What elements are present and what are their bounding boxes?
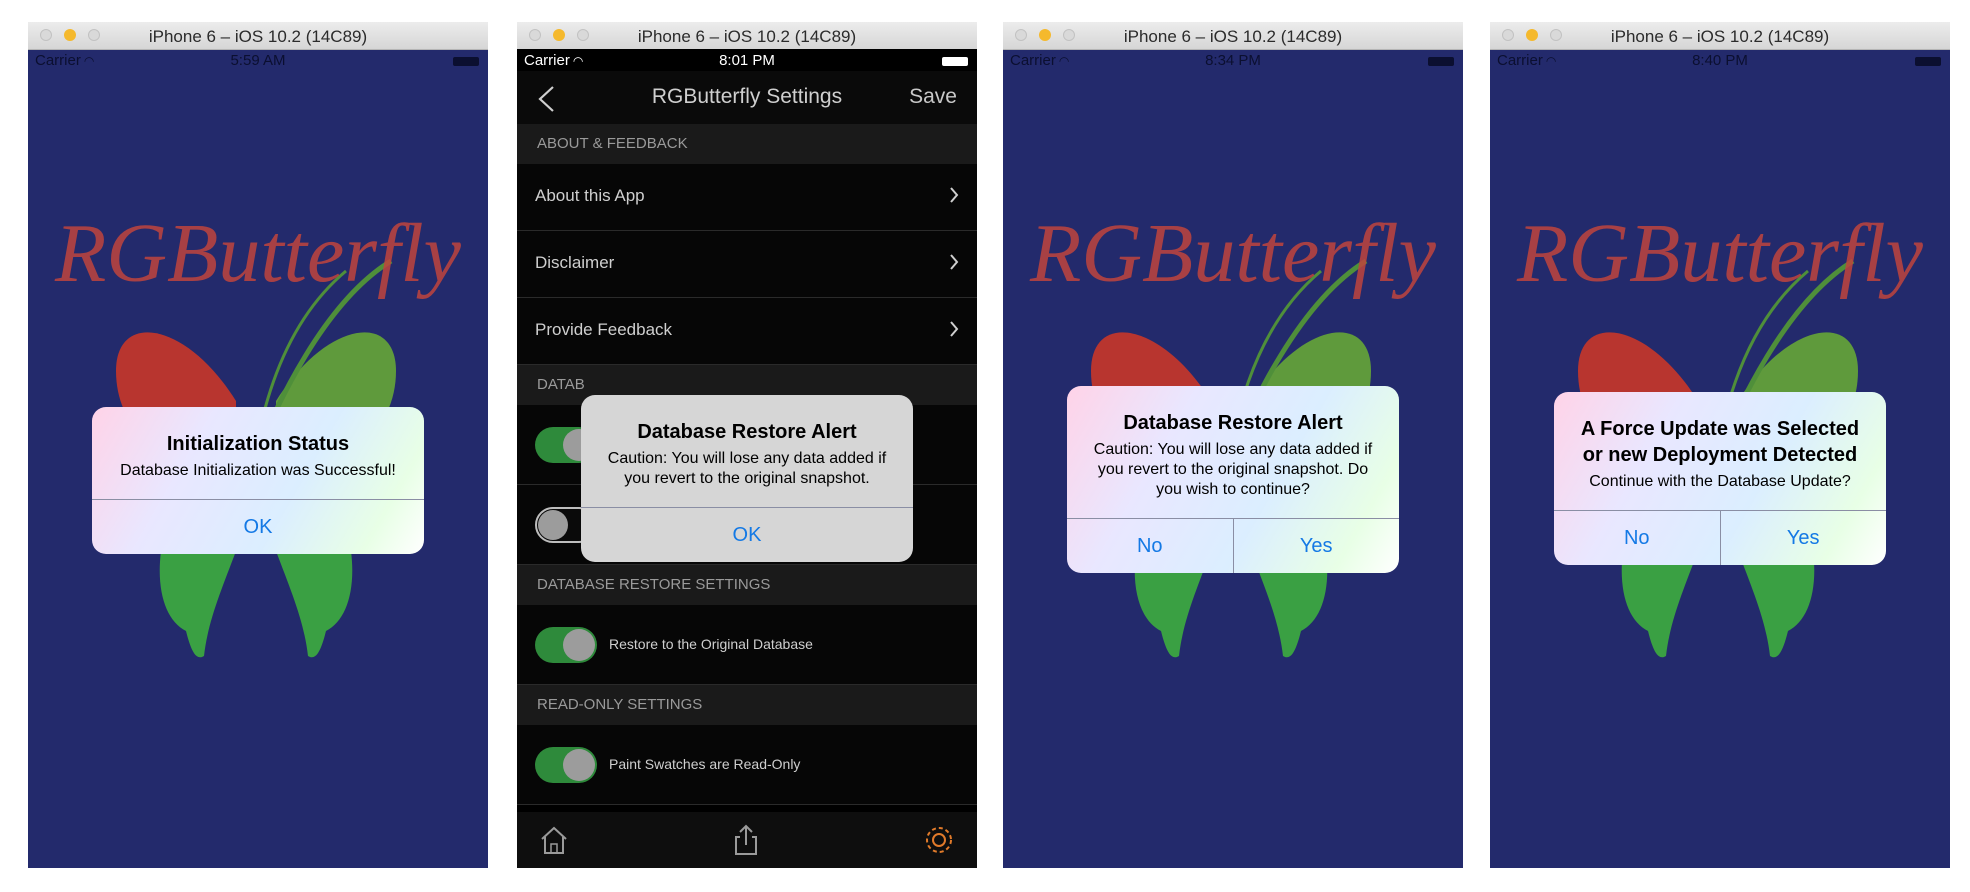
- ok-button[interactable]: OK: [581, 508, 913, 562]
- alert-dialog: A Force Update was Selected or new Deplo…: [1554, 392, 1886, 565]
- chevron-right-icon: [950, 187, 959, 203]
- alert-title: A Force Update was Selected or new Deplo…: [1580, 418, 1860, 466]
- no-button[interactable]: No: [1067, 519, 1233, 573]
- logo-text: RGButterfly: [1516, 207, 1924, 300]
- window-title: iPhone 6 – iOS 10.2 (14C89): [1610, 27, 1830, 46]
- navigation-bar: RGButterfly Settings Save: [517, 71, 977, 125]
- simulator-window-2: iPhone 6 – iOS 10.2 (14C89) Carrier ◠ 8:0…: [517, 22, 977, 868]
- row-label: Provide Feedback: [535, 320, 673, 339]
- simulator-window-1: iPhone 6 – iOS 10.2 (14C89) Carrier ◠ 5:5…: [28, 22, 488, 868]
- window-titlebar: iPhone 6 – iOS 10.2 (14C89): [1490, 22, 1950, 50]
- row-label: About this App: [535, 186, 645, 205]
- status-bar: Carrier ◠ 5:59 AM: [28, 49, 488, 71]
- toggle-label: Restore to the Original Database: [609, 636, 813, 652]
- status-bar: Carrier ◠ 8:01 PM: [517, 49, 977, 71]
- battery-icon: [1428, 57, 1454, 66]
- row-provide-feedback[interactable]: Provide Feedback: [517, 298, 977, 365]
- tab-bar: [517, 812, 977, 868]
- row-label: Disclaimer: [535, 253, 615, 272]
- no-button[interactable]: No: [1554, 511, 1720, 565]
- alert-title: Initialization Status: [166, 433, 350, 455]
- row-about-app[interactable]: About this App: [517, 164, 977, 231]
- gear-icon[interactable]: [922, 823, 956, 857]
- yes-button[interactable]: Yes: [1719, 511, 1887, 565]
- window-titlebar: iPhone 6 – iOS 10.2 (14C89): [28, 22, 488, 50]
- window-title: iPhone 6 – iOS 10.2 (14C89): [637, 27, 857, 46]
- alert-message: Caution: You will lose any data added if…: [607, 450, 887, 487]
- battery-icon: [942, 57, 968, 66]
- row-readonly-toggle: Paint Swatches are Read-Only: [517, 725, 977, 805]
- ok-button[interactable]: OK: [92, 500, 424, 554]
- alert-dialog: Database Restore Alert Caution: You will…: [1067, 386, 1399, 573]
- splash-screen: RGButterfly Initialization Status Databa…: [28, 71, 488, 868]
- chevron-right-icon: [950, 254, 959, 270]
- settings-screen: RGButterfly Settings Save ABOUT & FEEDBA…: [517, 71, 977, 868]
- chevron-right-icon: [950, 321, 959, 337]
- status-time: 8:40 PM: [1692, 52, 1748, 69]
- alert-dialog: Database Restore Alert Caution: You will…: [581, 395, 913, 562]
- alert-dialog: Initialization Status Database Initializ…: [92, 407, 424, 554]
- page-title: RGButterfly Settings: [651, 85, 843, 108]
- alert-message: Caution: You will lose any data added if…: [1093, 441, 1373, 498]
- section-header-restore: DATABASE RESTORE SETTINGS: [517, 565, 977, 605]
- battery-icon: [453, 57, 479, 66]
- row-disclaimer[interactable]: Disclaimer: [517, 231, 977, 298]
- splash-screen: RGButterfly A Force Update was Selected …: [1490, 71, 1950, 868]
- alert-message: Continue with the Database Update?: [1589, 473, 1851, 490]
- yes-button[interactable]: Yes: [1232, 519, 1400, 573]
- logo-text: RGButterfly: [54, 207, 462, 300]
- status-time: 8:01 PM: [719, 52, 775, 69]
- status-bar: Carrier ◠ 8:40 PM: [1490, 49, 1950, 71]
- simulator-window-3: iPhone 6 – iOS 10.2 (14C89) Carrier ◠ 8:3…: [1003, 22, 1463, 868]
- window-title: iPhone 6 – iOS 10.2 (14C89): [148, 27, 368, 46]
- window-title: iPhone 6 – iOS 10.2 (14C89): [1123, 27, 1343, 46]
- restore-toggle[interactable]: [535, 627, 597, 663]
- section-header-about: ABOUT & FEEDBACK: [517, 124, 977, 164]
- alert-title: Database Restore Alert: [637, 421, 857, 443]
- alert-message: Database Initialization was Successful!: [120, 462, 396, 479]
- logo-text: RGButterfly: [1029, 207, 1437, 300]
- splash-screen: RGButterfly Database Restore Alert Cauti…: [1003, 71, 1463, 868]
- save-button[interactable]: Save: [909, 85, 957, 109]
- row-restore-toggle: Restore to the Original Database: [517, 605, 977, 685]
- share-icon[interactable]: [731, 823, 761, 857]
- simulator-window-4: iPhone 6 – iOS 10.2 (14C89) Carrier ◠ 8:4…: [1490, 22, 1950, 868]
- battery-icon: [1915, 57, 1941, 66]
- status-bar: Carrier ◠ 8:34 PM: [1003, 49, 1463, 71]
- toggle-label: Paint Swatches are Read-Only: [609, 756, 801, 772]
- readonly-toggle[interactable]: [535, 747, 597, 783]
- status-time: 5:59 AM: [230, 52, 286, 69]
- alert-title: Database Restore Alert: [1123, 412, 1343, 434]
- home-icon[interactable]: [537, 823, 571, 857]
- status-time: 8:34 PM: [1205, 52, 1261, 69]
- window-titlebar: iPhone 6 – iOS 10.2 (14C89): [517, 22, 977, 50]
- window-titlebar: iPhone 6 – iOS 10.2 (14C89): [1003, 22, 1463, 50]
- section-header-readonly: READ-ONLY SETTINGS: [517, 685, 977, 725]
